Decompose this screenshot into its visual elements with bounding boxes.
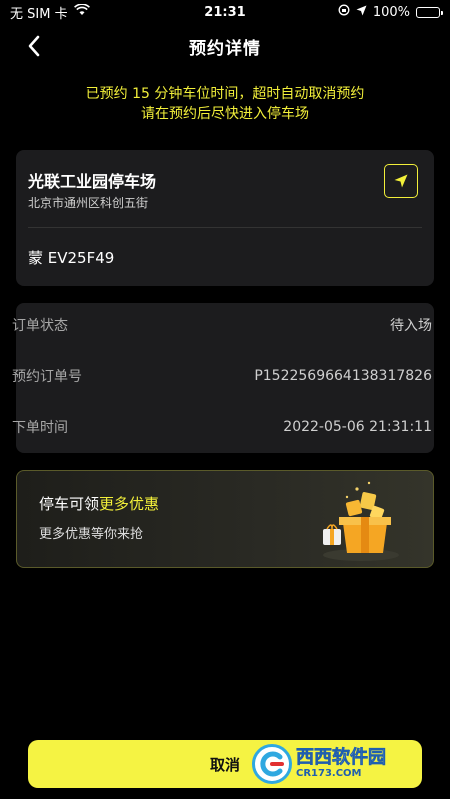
gift-box-icon <box>323 481 399 561</box>
order-time-label: 下单时间 <box>12 420 68 436</box>
notice-line-1: 已预约 15 分钟车位时间，超时自动取消预约 <box>85 86 365 102</box>
order-status-label: 订单状态 <box>12 318 68 334</box>
order-number-row: 预约订单号 P1522569664138317826 <box>12 366 432 386</box>
divider <box>28 227 422 228</box>
watermark-text: 西西软件园 CR173.COM <box>296 747 387 779</box>
battery-icon <box>416 6 443 18</box>
order-time-row: 下单时间 2022-05-06 21:31:11 <box>12 417 432 437</box>
location-arrow-icon <box>356 5 367 20</box>
carrier-label: 无 SIM 卡 <box>10 6 68 22</box>
reservation-notice: 已预约 15 分钟车位时间，超时自动取消预约 请在预约后尽快进入停车场 <box>0 84 450 124</box>
promo-title-prefix: 停车可领 <box>39 495 100 513</box>
watermark-logo <box>252 744 292 784</box>
navigation-arrow-icon <box>394 174 408 188</box>
watermark-cn-a: 西西 <box>296 747 333 768</box>
watermark-url: CR173.COM <box>296 768 362 779</box>
navigate-button[interactable] <box>384 164 418 198</box>
promo-banner[interactable]: 停车可领更多优惠 更多优惠等你来抢 <box>16 470 434 568</box>
page-title: 预约详情 <box>189 38 261 59</box>
promo-subtitle: 更多优惠等你来抢 <box>39 527 144 542</box>
parking-lot-name: 光联工业园停车场 <box>28 172 157 191</box>
order-number-value: P1522569664138317826 <box>254 368 432 384</box>
nav-bar: 预约详情 <box>0 24 450 68</box>
order-number-label: 预约订单号 <box>12 369 82 385</box>
order-status-value: 待入场 <box>390 318 432 334</box>
chevron-left-icon <box>28 35 40 57</box>
order-time-value: 2022-05-06 21:31:11 <box>283 419 432 435</box>
wifi-icon <box>73 3 90 20</box>
status-bar: 无 SIM 卡 21:31 100% <box>0 0 450 24</box>
order-status-row: 订单状态 待入场 <box>12 315 432 335</box>
parking-lot-card: 光联工业园停车场 北京市通州区科创五街 蒙 EV25F49 <box>16 150 434 286</box>
watermark: 西西软件园 CR173.COM <box>252 742 442 786</box>
parking-lot-address: 北京市通州区科创五街 <box>28 196 149 210</box>
notice-line-2: 请在预约后尽快进入停车场 <box>141 106 309 122</box>
battery-percent: 100% <box>372 4 410 20</box>
promo-title-highlight: 更多优惠 <box>99 495 160 513</box>
watermark-cn-b: 软件园 <box>332 747 387 768</box>
rotation-lock-icon <box>338 4 350 20</box>
back-button[interactable] <box>18 30 50 62</box>
promo-title: 停车可领更多优惠 <box>39 493 159 514</box>
license-plate: 蒙 EV25F49 <box>28 249 115 267</box>
